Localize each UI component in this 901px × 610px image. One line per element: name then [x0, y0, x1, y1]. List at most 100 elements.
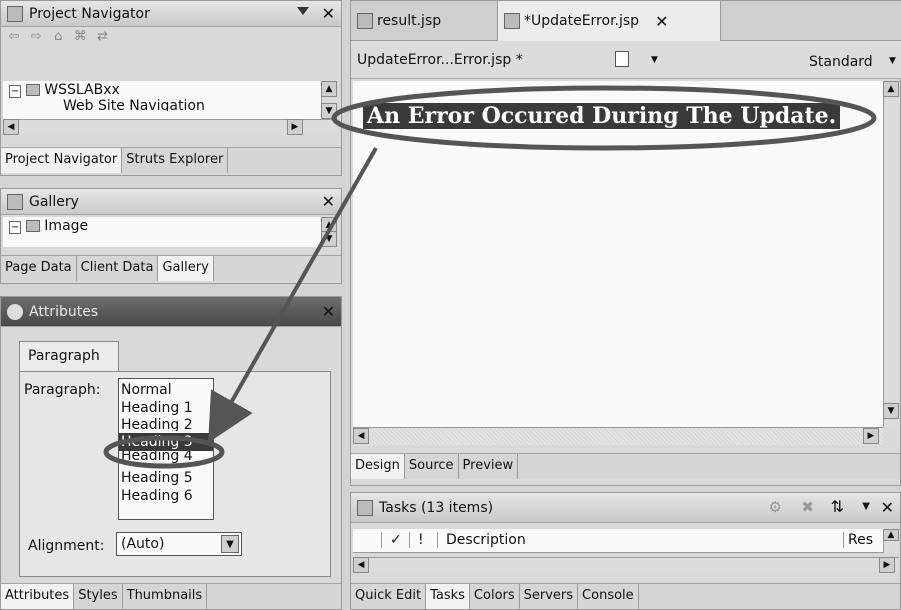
editor-hscroll[interactable]: ◀ ▶ — [353, 427, 883, 445]
scroll-up-icon[interactable]: ▲ — [321, 81, 337, 97]
tab-quick-edit[interactable]: Quick Edit — [351, 584, 427, 609]
tree-item-project[interactable]: − WSSLABxx — [3, 81, 321, 99]
list-item[interactable]: Heading 4 — [119, 451, 213, 465]
scroll-left-icon[interactable]: ◀ — [353, 557, 369, 573]
navigator-icon — [7, 5, 23, 22]
navigator-toolbar: ⇦ ⇨ ⌂ ⌘ ⇄ — [5, 29, 112, 51]
list-item-selected[interactable]: Heading 3 — [119, 433, 213, 451]
close-icon[interactable]: ✕ — [655, 12, 668, 31]
view-menu-icon[interactable]: ▼ — [862, 501, 870, 512]
gallery-icon — [7, 193, 23, 210]
tasks-bottom-tabs: Quick Edit Tasks Colors Servers Console — [351, 583, 900, 609]
tasks-vscroll[interactable]: ▲ — [883, 529, 899, 553]
dropdown-arrow-icon[interactable]: ▼ — [221, 535, 239, 553]
close-icon[interactable]: ✕ — [322, 4, 335, 23]
tab-preview[interactable]: Preview — [459, 454, 519, 479]
paragraph-tab[interactable]: Paragraph — [19, 341, 119, 371]
project-navigator-title: Project Navigator — [29, 5, 150, 22]
col-check[interactable]: ✓ — [381, 532, 409, 548]
scroll-right-icon[interactable]: ▶ — [287, 119, 303, 135]
chevron-down-icon[interactable]: ▼ — [889, 56, 896, 66]
tab-update-error-jsp[interactable]: *UpdateError.jsp ✕ — [497, 1, 721, 41]
paragraph-list[interactable]: Normal Heading 1 Heading 2 Heading 3 Hea… — [118, 378, 214, 520]
forward-icon[interactable]: ⇨ — [27, 29, 45, 45]
tasks-icon — [357, 499, 373, 516]
scroll-down-icon[interactable]: ▼ — [321, 231, 337, 247]
scroll-left-icon[interactable]: ◀ — [353, 428, 369, 444]
design-canvas[interactable]: An Error Occured During The Update. — [353, 81, 883, 427]
gallery-tabs: Page Data Client Data Gallery — [1, 255, 341, 281]
col-description[interactable]: Description — [437, 532, 526, 548]
navigator-vscroll[interactable]: ▲ ▼ — [321, 81, 337, 119]
tab-gallery[interactable]: Gallery — [158, 256, 214, 281]
attributes-icon — [7, 303, 23, 320]
sort-icon[interactable]: ⇅ — [831, 497, 844, 516]
col-priority[interactable]: ! — [409, 532, 437, 548]
tab-result-jsp[interactable]: result.jsp — [351, 1, 491, 41]
tasks-titlebar: Tasks (13 items) ⚙ ✖ ⇅ ▼ ✕ — [351, 493, 900, 523]
delete-icon[interactable]: ✖ — [801, 498, 814, 516]
back-icon[interactable]: ⇦ — [5, 29, 23, 45]
tab-attributes[interactable]: Attributes — [1, 584, 75, 609]
tab-colors[interactable]: Colors — [470, 584, 520, 609]
list-item[interactable]: Heading 2 — [119, 417, 213, 431]
home-icon[interactable]: ⌂ — [49, 29, 67, 45]
filter-icon[interactable]: ⚙ — [769, 498, 782, 516]
tab-project-navigator[interactable]: Project Navigator — [1, 148, 123, 173]
link-icon[interactable]: ⇄ — [94, 29, 112, 45]
project-icon — [25, 84, 40, 96]
tasks-hscroll[interactable]: ◀ ▶ — [353, 557, 899, 573]
gallery-tree: − Image — [3, 217, 321, 247]
page-icon[interactable] — [615, 51, 629, 67]
list-item[interactable]: Heading 1 — [119, 399, 213, 417]
navigator-tabs: Project Navigator Struts Explorer — [1, 147, 341, 173]
page-heading[interactable]: An Error Occured During The Update. — [363, 103, 841, 129]
tasks-table-header: ✓ ! Description Res — [353, 529, 883, 553]
scroll-up-icon[interactable]: ▲ — [883, 81, 899, 97]
tab-design[interactable]: Design — [351, 454, 405, 479]
paragraph-label: Paragraph: — [24, 382, 101, 398]
scroll-up-icon[interactable]: ▲ — [883, 529, 899, 541]
chevron-down-icon[interactable]: ▼ — [651, 55, 658, 65]
standard-select[interactable]: Standard — [809, 54, 873, 70]
scroll-down-icon[interactable]: ▼ — [321, 103, 337, 119]
scroll-left-icon[interactable]: ◀ — [3, 119, 19, 135]
tab-client-data[interactable]: Client Data — [77, 256, 159, 281]
tab-console[interactable]: Console — [578, 584, 639, 609]
col-resource[interactable]: Res — [843, 532, 873, 548]
list-item[interactable]: Heading 5 — [119, 469, 213, 487]
view-menu-icon[interactable] — [297, 7, 309, 15]
editor-pane: result.jsp *UpdateError.jsp ✕ UpdateErro… — [350, 0, 901, 486]
tab-thumbnails[interactable]: Thumbnails — [123, 584, 208, 609]
project-navigator-titlebar: Project Navigator ✕ — [1, 1, 341, 27]
gallery-vscroll[interactable]: ▲ ▼ — [321, 217, 337, 247]
tasks-pane: Tasks (13 items) ⚙ ✖ ⇅ ▼ ✕ ✓ ! Descripti… — [350, 492, 901, 610]
alignment-select[interactable]: (Auto) ▼ — [116, 532, 242, 556]
attributes-titlebar: Attributes ✕ — [1, 297, 341, 327]
tab-source[interactable]: Source — [405, 454, 459, 479]
navigator-hscroll[interactable]: ◀ ▶ — [3, 119, 337, 135]
editor-view-tabs: Design Source Preview — [351, 453, 900, 479]
close-icon[interactable]: ✕ — [322, 302, 335, 321]
collapse-icon[interactable]: ⌘ — [71, 29, 89, 45]
scroll-right-icon[interactable]: ▶ — [863, 428, 879, 444]
list-item[interactable]: Heading 6 — [119, 487, 213, 505]
tab-servers[interactable]: Servers — [520, 584, 579, 609]
gallery-title: Gallery — [29, 193, 79, 210]
scroll-down-icon[interactable]: ▼ — [883, 403, 899, 419]
gallery-pane: Gallery ✕ − Image ▲ ▼ Page Data Client D… — [0, 188, 342, 284]
paragraph-panel: Paragraph: Normal Heading 1 Heading 2 He… — [19, 371, 331, 577]
jsp-file-icon — [504, 13, 520, 29]
editor-vscroll[interactable]: ▲ ▼ — [883, 81, 899, 427]
tree-item-web-site-navigation[interactable]: Web Site Navigation — [3, 99, 321, 111]
list-item[interactable]: Normal — [119, 381, 213, 399]
tab-page-data[interactable]: Page Data — [1, 256, 77, 281]
close-icon[interactable]: ✕ — [881, 498, 894, 517]
tab-tasks[interactable]: Tasks — [426, 584, 470, 609]
editor-toolbar: UpdateError...Error.jsp * ▼ Standard ▼ — [351, 41, 901, 79]
tab-styles[interactable]: Styles — [74, 584, 123, 609]
scroll-right-icon[interactable]: ▶ — [879, 557, 895, 573]
tab-struts-explorer[interactable]: Struts Explorer — [122, 148, 229, 173]
tree-item-image[interactable]: − Image — [3, 217, 321, 235]
close-icon[interactable]: ✕ — [322, 192, 335, 211]
